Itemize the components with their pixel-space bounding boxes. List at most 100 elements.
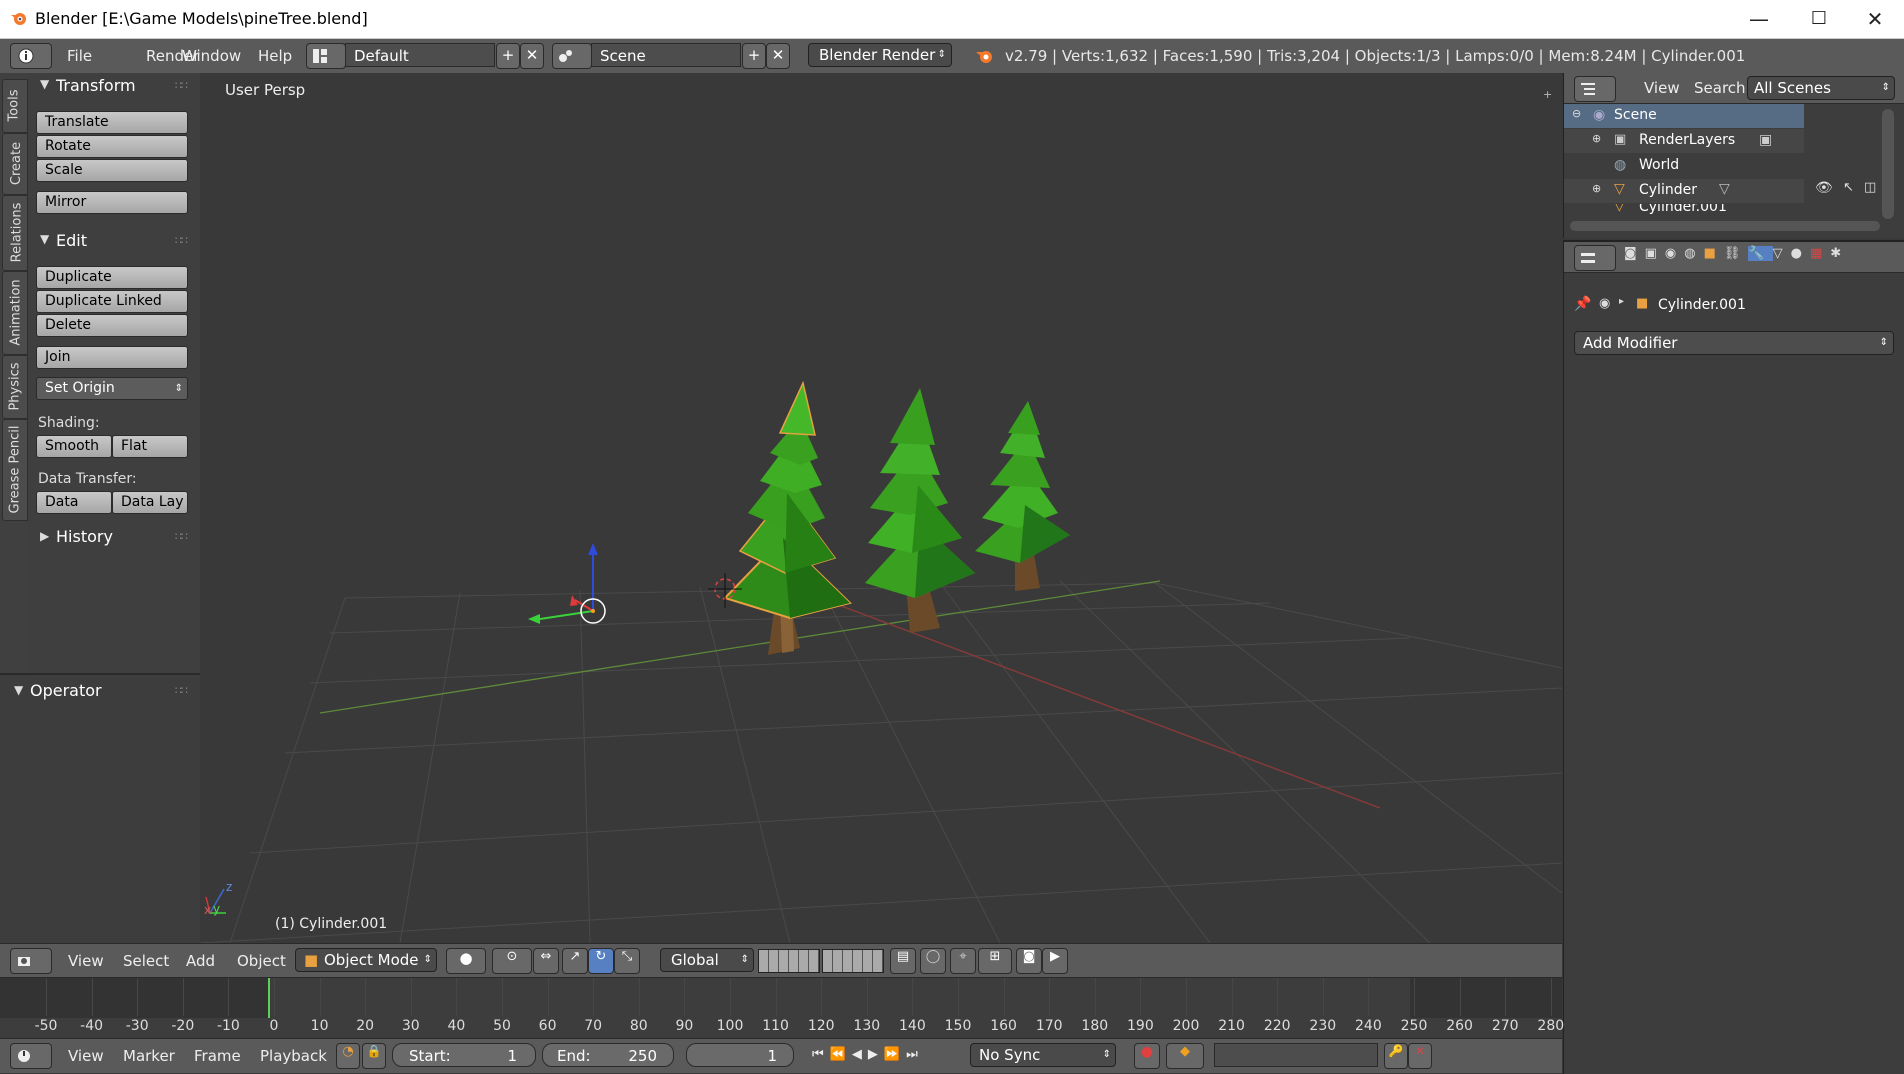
eye-icon[interactable]: 👁 — [1815, 180, 1833, 196]
transform-manipulator[interactable] — [528, 543, 606, 624]
insert-keyframe-icon[interactable]: 🔑 — [1384, 1043, 1408, 1069]
outliner-scrollbar[interactable] — [1882, 109, 1894, 219]
constraints-icon[interactable]: ⛓ — [1724, 246, 1749, 261]
rotate-button[interactable]: Rotate — [36, 135, 188, 158]
minimize-button[interactable]: — — [1730, 0, 1788, 38]
pine-tree[interactable] — [865, 388, 975, 633]
maximize-button[interactable]: ☐ — [1790, 0, 1848, 38]
outliner-row-cylinder-001[interactable]: ▽ Cylinder.001 — [1564, 204, 1804, 216]
transform-orientation-dropdown[interactable]: Global ⇕ — [660, 948, 754, 972]
material-icon[interactable]: ● — [1791, 246, 1810, 261]
menu-file[interactable]: File — [67, 47, 92, 65]
properties-context-tabs[interactable]: ◙▣◉◍■⛓🔧▽●▦✱ — [1624, 246, 1904, 268]
translate-button[interactable]: Translate — [36, 111, 188, 134]
snap-element-icon[interactable]: ⊞ — [978, 948, 1012, 974]
expand-icon[interactable]: ⊕ — [1592, 182, 1601, 195]
outliner-row-renderlayers[interactable]: ⊕ ▣ RenderLayers ▣ — [1564, 129, 1804, 153]
mesh-data-icon[interactable]: ▽ — [1773, 246, 1791, 261]
expand-icon[interactable]: ⊕ — [1592, 132, 1601, 145]
editor-type-timeline-icon[interactable] — [10, 1043, 52, 1069]
translate-manipulator-icon[interactable]: ↗ — [562, 948, 588, 974]
remove-scene-icon[interactable]: ✕ — [766, 43, 790, 69]
tab-create[interactable]: Create — [2, 133, 28, 195]
data-layout-button[interactable]: Data Lay — [112, 491, 188, 514]
screen-layout-icon[interactable] — [306, 43, 346, 69]
world-icon[interactable]: ◍ — [1684, 246, 1703, 261]
drag-grip-icon[interactable]: ∷∷ — [175, 79, 188, 92]
duplicate-linked-button[interactable]: Duplicate Linked — [36, 290, 188, 313]
panel-operator-title[interactable]: Operator — [30, 681, 102, 700]
outliner-row-scene[interactable]: ⊖ ◉ Scene — [1564, 104, 1804, 128]
close-button[interactable]: ✕ — [1846, 0, 1904, 38]
menu-marker[interactable]: Marker — [123, 1047, 175, 1065]
timeline-area[interactable]: -50 -40 -30 -20 -10 0 10 20 30 40 50 60 70 80 90 100 110… — [0, 977, 1564, 1039]
particles-icon[interactable]: ✱ — [1830, 246, 1849, 261]
menu-frame[interactable]: Frame — [194, 1047, 241, 1065]
drag-grip-icon[interactable]: ∷∷ — [175, 234, 188, 247]
add-scene-icon[interactable]: + — [742, 43, 766, 69]
editor-type-info-icon[interactable] — [10, 43, 52, 69]
jump-keyframe-back-icon[interactable]: ⏪ — [830, 1047, 852, 1062]
smooth-button[interactable]: Smooth — [36, 435, 112, 458]
editor-type-properties-icon[interactable] — [1574, 245, 1616, 271]
duplicate-button[interactable]: Duplicate — [36, 266, 188, 289]
outliner-h-scrollbar[interactable] — [1570, 221, 1880, 231]
object-icon[interactable]: ■ — [1704, 246, 1724, 261]
keying-set-field[interactable] — [1214, 1043, 1378, 1067]
outliner-row-cylinder[interactable]: ⊕ ▽ Cylinder ▽ — [1564, 179, 1804, 203]
viewport-scene[interactable] — [200, 73, 1562, 943]
end-frame-field[interactable]: End: 250 — [542, 1043, 674, 1067]
delete-keyframe-icon[interactable]: ✕ — [1408, 1043, 1432, 1069]
layer-buttons-1[interactable] — [758, 949, 820, 973]
menu-add[interactable]: Add — [186, 952, 215, 970]
outliner-row-world[interactable]: ◍ World — [1564, 154, 1804, 178]
tab-relations[interactable]: Relations — [2, 195, 28, 271]
add-modifier-dropdown[interactable]: Add Modifier ⇕ — [1574, 331, 1894, 355]
set-origin-dropdown[interactable]: Set Origin ⇕ — [36, 377, 188, 400]
manipulator-toggle-icon[interactable]: ⇔ — [533, 948, 559, 974]
record-icon[interactable]: ● — [1134, 1043, 1160, 1069]
collapse-triangle-icon[interactable]: ▼ — [40, 77, 49, 91]
menu-help[interactable]: Help — [258, 47, 292, 65]
collapse-icon[interactable]: ⊖ — [1572, 107, 1581, 120]
plus-icon[interactable]: + — [1543, 88, 1552, 101]
remove-layout-icon[interactable]: ✕ — [520, 43, 544, 69]
menu-view[interactable]: View — [68, 952, 104, 970]
join-button[interactable]: Join — [36, 346, 188, 369]
drag-grip-icon[interactable]: ∷∷ — [175, 684, 188, 697]
editor-type-3d-view-icon[interactable] — [10, 948, 52, 974]
opengl-render-icon[interactable]: ◙ — [1016, 948, 1042, 974]
pine-tree-selected[interactable] — [723, 380, 852, 655]
lock-icon[interactable]: 🔒 — [362, 1043, 386, 1069]
render-engine-dropdown[interactable]: Blender Render ⇕ — [808, 43, 952, 67]
viewport-shading-icon[interactable]: ● — [446, 948, 486, 974]
scale-manipulator-icon[interactable]: ⤡ — [614, 948, 640, 974]
delete-button[interactable]: Delete — [36, 314, 188, 337]
outliner-filter-dropdown[interactable]: All Scenes ⇕ — [1747, 76, 1895, 100]
menu-view[interactable]: View — [68, 1047, 104, 1065]
render-camera-icon[interactable]: ◫ — [1864, 180, 1876, 195]
interaction-mode-dropdown[interactable]: ■ Object Mode ⇕ — [295, 948, 437, 972]
play-reverse-icon[interactable]: ◀ — [852, 1047, 868, 1062]
tab-grease-pencil[interactable]: Grease Pencil — [2, 419, 28, 521]
layers-lock-icon[interactable]: ▤ — [890, 948, 916, 974]
add-layout-icon[interactable]: + — [496, 43, 520, 69]
modifier-wrench-icon[interactable]: 🔧 — [1748, 246, 1773, 261]
tab-tools[interactable]: Tools — [2, 79, 28, 133]
keying-icon[interactable]: ◆ — [1166, 1043, 1204, 1069]
scene-field[interactable]: Scene — [591, 43, 741, 67]
jump-keyframe-forward-icon[interactable]: ⏩ — [884, 1047, 906, 1062]
cursor-select-icon[interactable]: ↖ — [1843, 180, 1854, 195]
outliner-search-menu[interactable]: Search — [1694, 79, 1746, 97]
3d-viewport[interactable]: User Persp (1) Cylinder.001 + — [200, 73, 1562, 943]
pine-tree[interactable] — [975, 401, 1070, 591]
layer-buttons-2[interactable] — [822, 949, 884, 973]
snap-toggle-icon[interactable]: ⌖ — [950, 948, 976, 974]
pivot-point-icon[interactable]: ⊙ — [492, 948, 532, 974]
scale-button[interactable]: Scale — [36, 159, 188, 182]
current-frame-marker[interactable] — [268, 978, 270, 1018]
scene-icon[interactable] — [552, 43, 592, 69]
screen-layout-field[interactable]: Default — [345, 43, 495, 67]
tab-animation[interactable]: Animation — [2, 271, 28, 355]
proportional-edit-icon[interactable]: ◯ — [920, 948, 946, 974]
